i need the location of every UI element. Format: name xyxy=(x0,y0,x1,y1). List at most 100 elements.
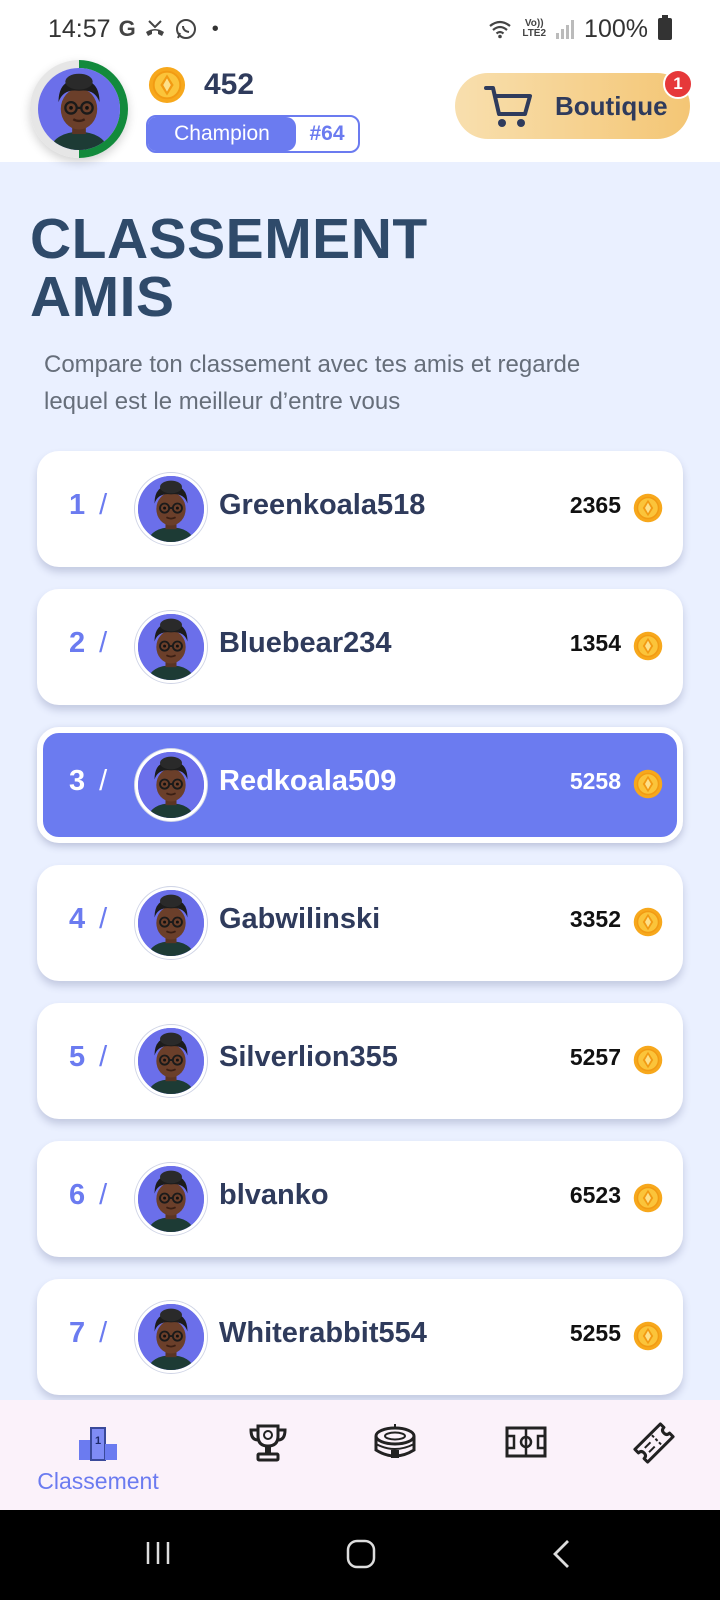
rank-slash: / xyxy=(99,1317,108,1349)
friend-avatar xyxy=(135,1301,207,1373)
trophy-icon xyxy=(249,1424,287,1462)
battery-icon xyxy=(658,15,672,40)
nav-trophy[interactable] xyxy=(228,1400,308,1510)
friend-points: 5255 xyxy=(569,1320,621,1346)
rank-slash: / xyxy=(99,489,108,521)
friend-avatar xyxy=(135,611,207,683)
page-subtitle: Compare ton classement avec tes amis et … xyxy=(44,351,581,415)
page-title-line2: AMIS xyxy=(30,265,175,329)
shop-button[interactable]: Boutique xyxy=(455,73,690,139)
row-rank: 5/ xyxy=(69,1041,129,1074)
friend-points: 5258 xyxy=(569,768,621,794)
page-title: CLASSEMENT AMIS xyxy=(30,210,428,326)
profile-avatar[interactable] xyxy=(30,60,128,158)
friend-name: blvanko xyxy=(219,1179,329,1211)
coin-icon xyxy=(148,66,186,104)
wifi-icon xyxy=(489,20,512,39)
leaderboard-row-current-user[interactable]: 3/ Redkoala509 5258 xyxy=(37,727,683,843)
rank-slash: / xyxy=(99,1041,108,1073)
rank-slash: / xyxy=(99,1179,108,1211)
page-title-line1: CLASSEMENT xyxy=(30,207,428,271)
friend-avatar xyxy=(135,887,207,959)
rank-slash: / xyxy=(99,627,108,659)
app-header: 452 Champion #64 Boutique 1 xyxy=(0,58,720,162)
missed-call-icon xyxy=(145,20,164,36)
friend-name: Gabwilinski xyxy=(219,903,381,935)
whatsapp-icon xyxy=(175,19,196,39)
rank-label: Champion xyxy=(148,117,296,151)
svg-text:1: 1 xyxy=(95,1435,101,1447)
rank-value: 1 xyxy=(69,489,86,521)
nav-classement[interactable]: 1 Classement xyxy=(18,1400,178,1510)
notification-dot-icon: • xyxy=(211,17,219,40)
avatar-image xyxy=(38,68,120,150)
friend-name: Greenkoala518 xyxy=(219,489,426,521)
rank-pill[interactable]: Champion #64 xyxy=(146,115,360,153)
nav-classement-label: Classement xyxy=(37,1468,159,1494)
shop-label: Boutique xyxy=(555,91,668,121)
friend-points: 2365 xyxy=(569,492,621,518)
nav-field[interactable] xyxy=(486,1400,566,1510)
friend-avatar xyxy=(135,1025,207,1097)
coin-icon xyxy=(633,493,663,523)
rank-slash: / xyxy=(99,765,108,797)
friend-avatar xyxy=(135,1163,207,1235)
lte-indicator: Vo)) LTE2 xyxy=(522,19,546,39)
friend-name: Whiterabbit554 xyxy=(219,1317,427,1349)
status-bar: 14:57 G • Vo)) LTE2 100% xyxy=(0,0,720,58)
leaderboard-row[interactable]: 6/ blvanko 6523 xyxy=(37,1141,683,1257)
coin-icon xyxy=(633,1183,663,1213)
friend-name: Redkoala509 xyxy=(219,765,397,797)
leaderboard-row[interactable]: 4 / Gabwilinski 3352 xyxy=(37,865,683,981)
coin-balance: 452 xyxy=(204,68,255,101)
row-rank: 2/ xyxy=(69,627,129,660)
coin-icon xyxy=(633,1321,663,1351)
friend-name: Silverlion355 xyxy=(219,1041,398,1073)
back-icon[interactable] xyxy=(550,1538,572,1570)
nav-stadium[interactable] xyxy=(355,1400,435,1510)
row-rank: 1/ xyxy=(69,489,129,522)
row-rank: 6/ xyxy=(69,1179,129,1212)
field-icon xyxy=(505,1426,547,1458)
ticket-icon xyxy=(633,1422,675,1464)
rank-value: 5 xyxy=(69,1041,86,1073)
podium-icon: 1 xyxy=(79,1427,117,1461)
cart-icon xyxy=(484,86,532,127)
lte-bottom: LTE2 xyxy=(522,28,547,39)
row-rank: 7/ xyxy=(69,1317,129,1350)
rank-value: 3 xyxy=(69,765,86,797)
friend-points: 1354 xyxy=(569,630,621,656)
coin-icon xyxy=(633,631,663,661)
rank-value: 4 xyxy=(69,903,86,935)
battery-percent: 100% xyxy=(584,14,648,43)
friend-avatar xyxy=(135,473,207,545)
shop-notification-badge: 1 xyxy=(663,69,693,99)
leaderboard-row[interactable]: 2/ Bluebear234 1354 xyxy=(37,589,683,705)
rank-value: 7 xyxy=(69,1317,86,1349)
status-right: Vo)) LTE2 100% xyxy=(488,15,672,44)
home-icon[interactable] xyxy=(345,1538,377,1570)
leaderboard-row[interactable]: 5/ Silverlion355 5257 xyxy=(37,1003,683,1119)
rank-slash: / xyxy=(99,903,108,935)
leaderboard-row[interactable]: 1/ Greenkoala518 2365 xyxy=(37,451,683,567)
friend-points: 6523 xyxy=(569,1182,621,1208)
coin-icon xyxy=(633,907,663,937)
row-rank: 3/ xyxy=(69,765,129,798)
signal-icon xyxy=(556,19,575,39)
system-navigation-bar xyxy=(0,1510,720,1600)
coin-icon xyxy=(633,769,663,799)
nav-ticket[interactable] xyxy=(614,1400,694,1510)
coin-icon xyxy=(633,1045,663,1075)
friend-avatar xyxy=(135,749,207,821)
rank-number: #64 xyxy=(309,122,345,145)
google-icon: G xyxy=(118,16,136,41)
friend-points: 3352 xyxy=(569,906,621,932)
rank-value: 2 xyxy=(69,627,86,659)
friend-name: Bluebear234 xyxy=(219,627,392,659)
leaderboard-row[interactable]: 7/ Whiterabbit554 5255 xyxy=(37,1279,683,1395)
bottom-navigation: 1 Classement xyxy=(0,1400,720,1510)
stadium-icon xyxy=(374,1424,416,1458)
friend-points: 5257 xyxy=(569,1044,621,1070)
recent-apps-icon[interactable] xyxy=(143,1538,173,1568)
rank-value: 6 xyxy=(69,1179,86,1211)
